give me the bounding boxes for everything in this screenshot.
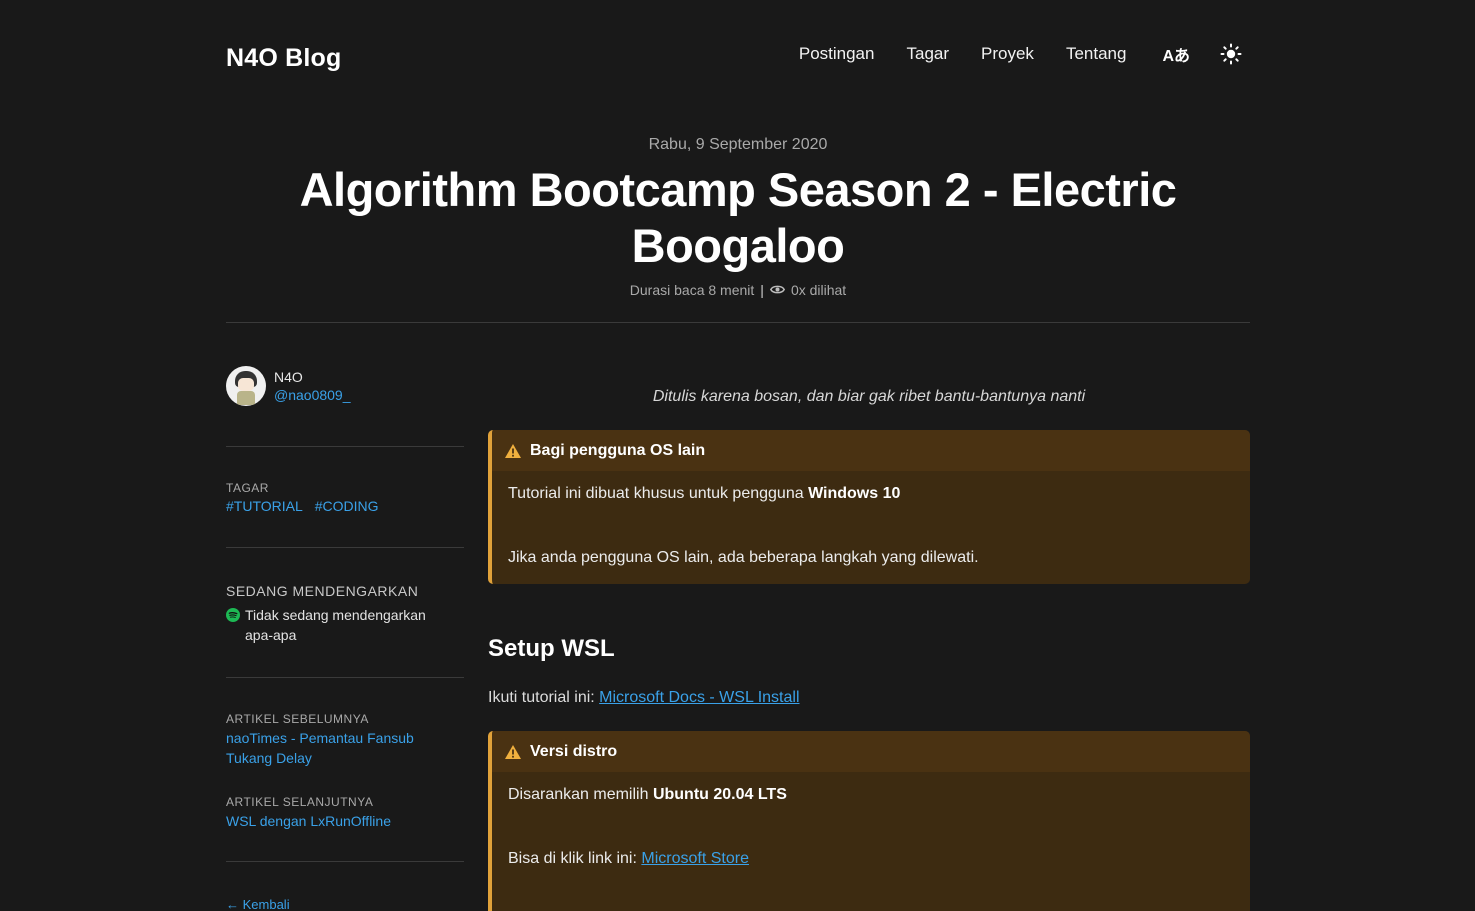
paragraph-text: Ikuti tutorial ini: (488, 689, 600, 706)
callout-bold: Windows 10 (808, 485, 901, 502)
callout-text-2: Jika anda pengguna OS lain, ada beberapa… (508, 549, 979, 566)
prev-article: ARTIKEL SEBELUMNYA naoTimes - Pemantau F… (226, 712, 464, 768)
sidebar-divider (226, 446, 464, 447)
prev-article-label: ARTIKEL SEBELUMNYA (226, 712, 369, 726)
author-name: N4O (274, 369, 303, 385)
listening-section: SEDANG MENDENGARKAN Tidak sedang mendeng… (226, 583, 464, 645)
wsl-paragraph: Ikuti tutorial ini: Microsoft Docs - WSL… (488, 689, 1250, 707)
prev-article-link[interactable]: naoTimes - Pemantau Fansub Tukang Delay (226, 728, 464, 768)
avatar[interactable] (226, 366, 266, 406)
callout-bold: Ubuntu 20.04 LTS (652, 786, 787, 803)
callout-text: Disarankan memilih (508, 786, 653, 803)
nav-postingan[interactable]: Postingan (799, 44, 875, 64)
prev-article-title-1[interactable]: naoTimes - Pemantau Fansub (226, 728, 464, 748)
post-title-line-2: Boogaloo (631, 219, 845, 272)
post-meta: Durasi baca 8 menit | 0x dilihat (226, 282, 1250, 298)
tag-tutorial[interactable]: #TUTORIAL (226, 498, 303, 514)
listening-text-1: Tidak sedang mendengarkan (245, 607, 426, 623)
warning-icon (504, 744, 522, 760)
prev-article-title-2[interactable]: Tukang Delay (226, 748, 464, 768)
sidebar-divider (226, 547, 464, 548)
read-time: Durasi baca 8 menit (629, 282, 755, 298)
intro-quote: Ditulis karena bosan, dan biar gak ribet… (652, 388, 1086, 405)
eye-icon (769, 282, 785, 298)
warning-icon (504, 443, 522, 459)
nav-proyek[interactable]: Proyek (981, 44, 1034, 64)
language-toggle[interactable]: Aあ (1162, 42, 1190, 66)
post-title-line-1: Algorithm Bootcamp Season 2 - Electric (299, 163, 1177, 216)
callout-title: Versi distro (530, 742, 618, 760)
tags-label: TAGAR (226, 481, 269, 495)
microsoft-store-link[interactable]: Microsoft Store (641, 850, 749, 867)
view-count: 0x dilihat (790, 282, 847, 298)
post-header: Rabu, 9 September 2020 Algorithm Bootcam… (226, 136, 1250, 298)
spotify-icon (226, 608, 240, 622)
nav-tagar[interactable]: Tagar (906, 44, 949, 64)
site-header: N4O Blog Postingan Tagar Proyek Tentang … (226, 0, 1250, 110)
site-brand[interactable]: N4O Blog (226, 44, 342, 73)
next-article: ARTIKEL SELANJUTNYA WSL dengan LxRunOffl… (226, 795, 464, 831)
callout-title: Bagi pengguna OS lain (530, 441, 706, 459)
next-article-label: ARTIKEL SELANJUTNYA (226, 795, 374, 809)
callout-body: Tutorial ini dibuat khusus untuk penggun… (492, 471, 1250, 567)
callout-body: Disarankan memilih Ubuntu 20.04 LTS Bisa… (492, 772, 1250, 868)
header-divider (226, 322, 1250, 323)
tags-section: TAGAR #TUTORIAL #CODING (226, 481, 464, 516)
main-nav: Postingan Tagar Proyek Tentang Aあ (767, 42, 1242, 66)
sun-icon[interactable] (1220, 43, 1242, 65)
callout-distro: Versi distro Disarankan memilih Ubuntu 2… (488, 731, 1250, 911)
author-card[interactable]: N4O @nao0809_ (226, 366, 464, 406)
sidebar: N4O @nao0809_ TAGAR #TUTORIAL #CODING SED… (226, 366, 464, 911)
callout-text-2: Bisa di klik link ini: (508, 850, 642, 867)
section-heading: Setup WSL (488, 635, 615, 662)
listening-text-2: apa-apa (245, 627, 297, 643)
author-handle[interactable]: @nao0809_ (274, 387, 351, 403)
back-link[interactable]: ← Kembali (226, 897, 464, 911)
sidebar-divider (226, 677, 464, 678)
tag-list: #TUTORIAL #CODING (226, 496, 464, 516)
listening-status: Tidak sedang mendengarkan apa-apa (226, 605, 464, 645)
post-date: Rabu, 9 September 2020 (648, 136, 828, 153)
post-content: Ditulis karena bosan, dan biar gak ribet… (488, 366, 1250, 911)
callout-text: Tutorial ini dibuat khusus untuk penggun… (508, 485, 809, 502)
listening-label: SEDANG MENDENGARKAN (226, 583, 419, 599)
sidebar-divider (226, 861, 464, 862)
callout-header: Bagi pengguna OS lain (492, 430, 1250, 471)
tag-coding[interactable]: #CODING (315, 498, 379, 514)
meta-separator: | (760, 282, 764, 298)
next-article-link[interactable]: WSL dengan LxRunOffline (226, 811, 464, 831)
callout-other-os: Bagi pengguna OS lain Tutorial ini dibua… (488, 430, 1250, 584)
wsl-install-link[interactable]: Microsoft Docs - WSL Install (599, 689, 799, 706)
post-title: Algorithm Bootcamp Season 2 - Electric B… (226, 162, 1250, 274)
nav-tentang[interactable]: Tentang (1066, 44, 1127, 64)
callout-header: Versi distro (492, 731, 1250, 772)
